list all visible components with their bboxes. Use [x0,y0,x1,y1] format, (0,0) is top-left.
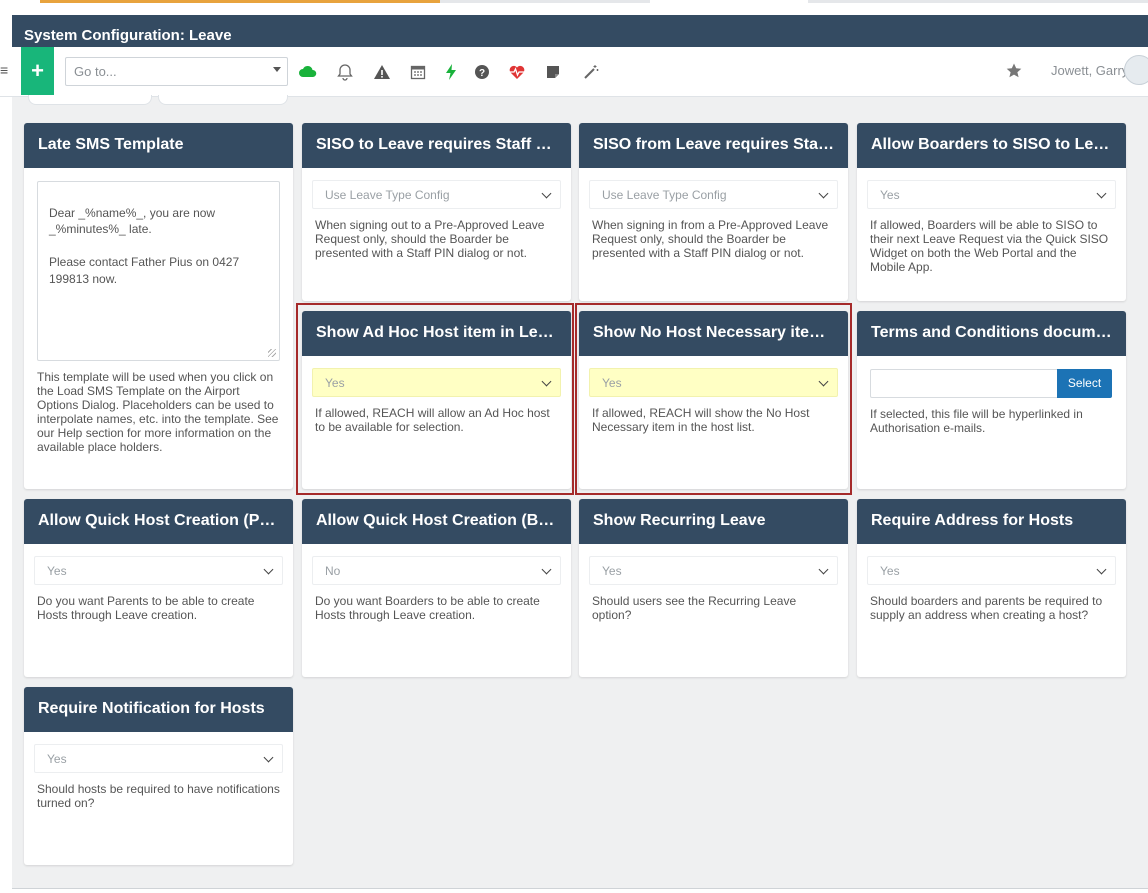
highlight-outline [575,303,852,495]
svg-text:?: ? [479,68,485,79]
card-siso-to-leave-pin: SISO to Leave requires Staff PIN Use Lea… [302,123,571,301]
select-value: Yes [880,564,900,578]
card-show-recurring-leave: Show Recurring Leave Yes Should users se… [579,499,848,677]
recurring-leave-select[interactable]: Yes [589,556,838,585]
require-notification-select[interactable]: Yes [34,744,283,773]
select-value: Use Leave Type Config [602,188,727,202]
sms-template-text: Dear _%name%_, you are now _%minutes%_ l… [49,205,240,286]
select-value: Yes [880,188,900,202]
divider [12,888,1148,889]
file-picker: Select [870,369,1113,398]
quick-host-boarders-select[interactable]: No [312,556,561,585]
select-file-button[interactable]: Select [1057,369,1112,398]
menu-icon[interactable]: ≡ [0,63,10,77]
select-value: Yes [47,564,67,578]
tab-stub[interactable] [158,95,288,105]
chevron-down-icon [541,188,552,199]
tab-indicator [808,0,1148,3]
card-description: Should hosts be required to have notific… [37,782,280,810]
card-title: Allow Quick Host Creation (Par... [24,499,293,544]
file-path-input[interactable] [870,369,1058,398]
tab-stub[interactable] [28,95,152,105]
tab-indicator-active [40,0,440,3]
chevron-down-icon [263,752,274,763]
select-value: No [325,564,341,578]
chevron-down-icon [1096,188,1107,199]
goto-select[interactable]: Go to... [65,57,288,86]
tab-indicator [440,0,650,3]
allow-boarders-siso-select[interactable]: Yes [867,180,1116,209]
sms-template-textarea[interactable]: Dear _%name%_, you are now _%minutes%_ l… [37,181,280,361]
heartbeat-icon[interactable] [508,63,526,81]
card-late-sms-template: Late SMS Template Dear _%name%_, you are… [24,123,293,489]
chevron-down-icon [263,564,274,575]
select-value: Use Leave Type Config [325,188,450,202]
chevron-down-icon [818,188,829,199]
card-title: Allow Quick Host Creation (Boa... [302,499,571,544]
chevron-down-icon [1096,564,1107,575]
magic-wand-icon[interactable] [582,63,600,81]
card-description: If selected, this file will be hyperlink… [870,407,1083,435]
card-title: Require Address for Hosts [857,499,1126,544]
lightning-icon[interactable] [442,63,460,81]
warning-icon[interactable] [373,63,391,81]
goto-placeholder: Go to... [74,64,117,79]
card-title: Require Notification for Hosts [24,687,293,732]
chevron-down-icon [541,564,552,575]
calendar-icon[interactable] [409,63,427,81]
card-description: Do you want Boarders to be able to creat… [315,594,540,622]
card-description: Should boarders and parents be required … [870,594,1103,622]
card-description: When signing in from a Pre-Approved Leav… [592,218,829,260]
card-siso-from-leave-pin: SISO from Leave requires Staff ... Use L… [579,123,848,301]
settings-grid: Late SMS Template Dear _%name%_, you are… [12,95,1148,889]
card-terms-and-conditions: Terms and Conditions document Select If … [857,311,1126,489]
toolbar: ≡ + Go to... ? Jowett, Garry [0,47,1148,97]
card-title: Allow Boarders to SISO to Leav... [857,123,1126,168]
top-progress-strip [0,0,1148,14]
note-icon[interactable] [544,63,562,81]
card-title: SISO from Leave requires Staff ... [579,123,848,168]
add-button[interactable]: + [21,47,54,95]
select-value: Yes [602,564,622,578]
avatar[interactable] [1124,55,1148,85]
card-description: Do you want Parents to be able to create… [37,594,255,622]
card-description: This template will be used when you clic… [37,370,279,454]
card-require-address: Require Address for Hosts Yes Should boa… [857,499,1126,677]
caret-down-icon [273,67,281,72]
cloud-icon[interactable] [299,63,317,81]
card-require-notification: Require Notification for Hosts Yes Shoul… [24,687,293,865]
page-title: System Configuration: Leave [12,15,1148,49]
card-title: SISO to Leave requires Staff PIN [302,123,571,168]
chevron-down-icon [818,564,829,575]
siso-to-leave-select[interactable]: Use Leave Type Config [312,180,561,209]
quick-host-parents-select[interactable]: Yes [34,556,283,585]
card-description: If allowed, Boarders will be able to SIS… [870,218,1109,274]
card-quick-host-parents: Allow Quick Host Creation (Par... Yes Do… [24,499,293,677]
card-description: Should users see the Recurring Leave opt… [592,594,797,622]
siso-from-leave-select[interactable]: Use Leave Type Config [589,180,838,209]
user-name[interactable]: Jowett, Garry [1051,63,1128,78]
card-description: When signing out to a Pre-Approved Leave… [315,218,545,260]
help-icon[interactable]: ? [473,63,491,81]
select-value: Yes [47,752,67,766]
star-icon[interactable] [1005,62,1023,80]
card-title: Terms and Conditions document [857,311,1126,356]
card-allow-boarders-siso: Allow Boarders to SISO to Leav... Yes If… [857,123,1126,301]
card-quick-host-boarders: Allow Quick Host Creation (Boa... No Do … [302,499,571,677]
bell-icon[interactable] [336,63,354,81]
require-address-select[interactable]: Yes [867,556,1116,585]
card-title: Late SMS Template [24,123,293,168]
resize-grip-icon[interactable] [268,349,276,357]
card-title: Show Recurring Leave [579,499,848,544]
highlight-outline [296,303,574,495]
